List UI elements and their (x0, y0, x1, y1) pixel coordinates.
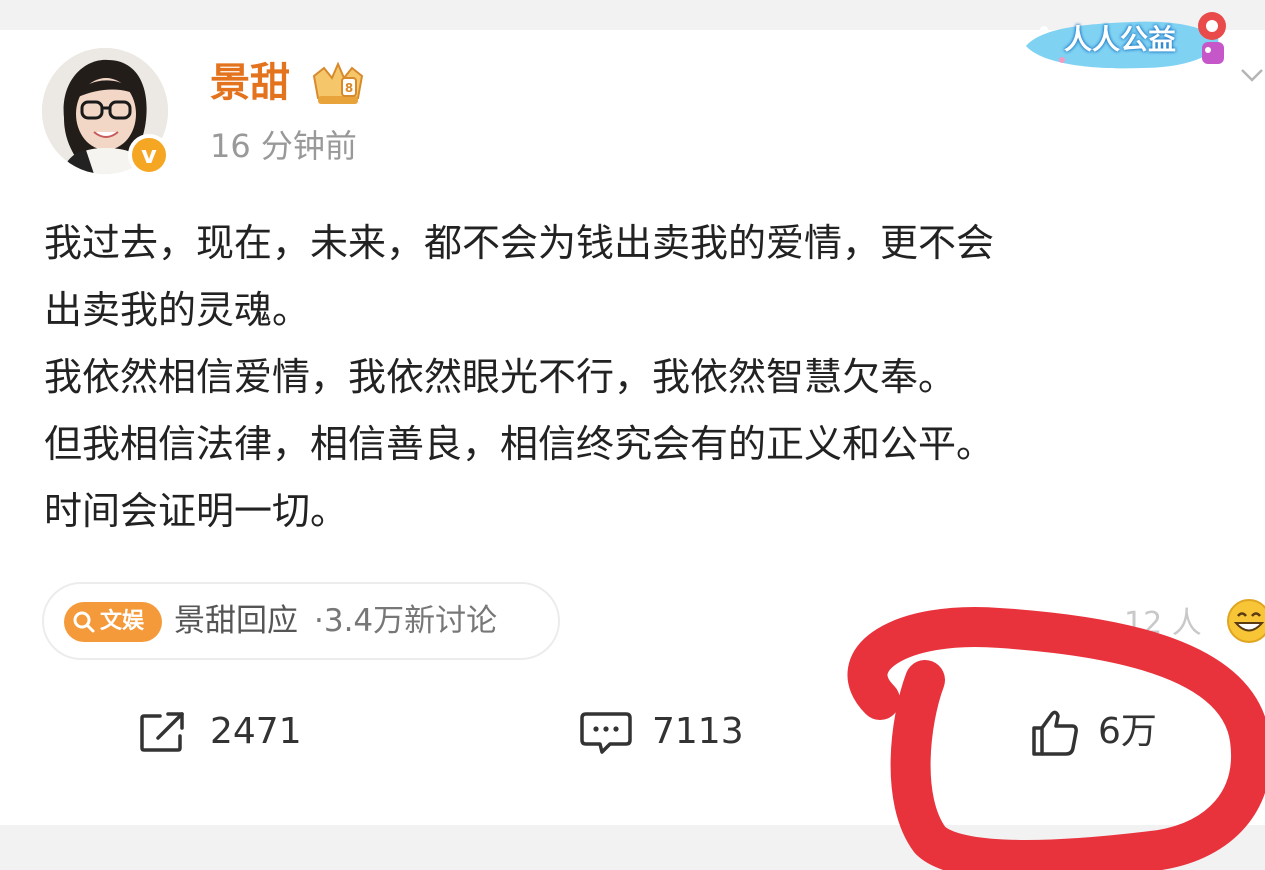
comment-count: 7113 (652, 711, 744, 752)
author-name[interactable]: 景甜 (210, 58, 290, 108)
like-count: 6万 (1098, 711, 1157, 752)
search-icon (73, 611, 95, 633)
post-text-line: 但我相信法律，相信善良，相信终究会有的正义和公平。 (44, 422, 995, 466)
comment-button[interactable]: 7113 (580, 702, 780, 762)
repost-button[interactable]: 2471 (138, 702, 338, 762)
topic-link[interactable]: 文娱 景甜回应 ·3.4万新讨论 (42, 582, 560, 660)
post-content: 我过去，现在，未来，都不会为钱出卖我的爱情，更不会 出卖我的灵魂。 我依然相信爱… (44, 210, 1239, 545)
thumbs-up-icon (1032, 710, 1078, 756)
repost-count: 2471 (210, 711, 302, 752)
gongyi-label: 人人公益 (1064, 23, 1177, 56)
comment-icon (580, 712, 632, 754)
bottom-separator (0, 825, 1265, 870)
repost-icon (140, 712, 184, 752)
svg-text:8: 8 (345, 81, 353, 95)
topic-title: 景甜回应 (174, 603, 298, 639)
people-count: 12 人 (1124, 606, 1202, 641)
topic-tag-label: 文娱 (100, 609, 145, 634)
topic-tag: 文娱 (64, 602, 162, 642)
post-text-line: 时间会证明一切。 (44, 489, 349, 533)
topic-discussion-count: ·3.4万新讨论 (314, 603, 498, 639)
like-button[interactable]: 6万 (1030, 702, 1230, 762)
post-text-line: 出卖我的灵魂。 (44, 288, 311, 332)
chevron-down-icon[interactable] (1240, 62, 1264, 86)
post-text-line: 我过去，现在，未来，都不会为钱出卖我的爱情，更不会 (44, 221, 995, 265)
post-text-line: 我依然相信爱情，我依然眼光不行，我依然智慧欠奉。 (44, 355, 957, 399)
grin-emoji-icon (1227, 599, 1265, 643)
crown-badge-icon[interactable]: 8 (310, 58, 366, 108)
verified-v-icon: v (128, 134, 170, 176)
post-time: 16 分钟前 (210, 127, 357, 165)
